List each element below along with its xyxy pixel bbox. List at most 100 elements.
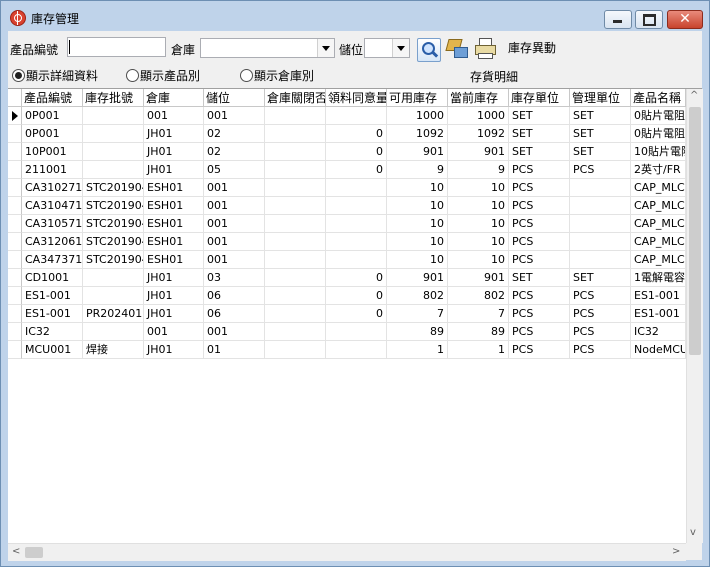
cell-product-code[interactable]: CA3120612 [22,233,83,251]
chevron-down-icon[interactable] [317,39,334,57]
cell-warehouse-closed[interactable] [265,269,326,287]
cell-stock-unit[interactable]: PCS [509,323,570,341]
transfer-icon[interactable] [445,37,468,59]
cell-product-code[interactable]: 0P001 [22,125,83,143]
cell-stock-unit[interactable]: PCS [509,161,570,179]
cell-pick-approved-qty[interactable] [326,323,387,341]
cell-stock-unit[interactable]: PCS [509,341,570,359]
scroll-left-icon[interactable]: < [12,546,20,557]
cell-product-name[interactable]: CAP_MLC [631,251,686,269]
row-selector[interactable] [8,143,22,161]
cell-current-stock[interactable]: 10 [448,197,509,215]
table-row[interactable]: CA3120612 STC201904 ESH01 001 10 10 PCS CAP_MLC [8,233,686,251]
cell-batch-no[interactable]: STC201904 [83,233,144,251]
cell-product-code[interactable]: IC32 [22,323,83,341]
cell-warehouse[interactable]: ESH01 [144,179,204,197]
warehouse-select[interactable] [200,38,335,58]
close-button[interactable]: ✕ [667,10,703,29]
horizontal-scroll-thumb[interactable] [25,547,43,558]
maximize-button[interactable] [635,10,663,29]
column-header-product-name[interactable]: 產品名稱 [631,89,686,107]
cell-mgmt-unit[interactable]: PCS [570,323,631,341]
cell-batch-no[interactable]: STC201904 [83,215,144,233]
column-header-mgmt-unit[interactable]: 管理單位 [570,89,631,107]
search-icon[interactable] [417,38,441,62]
cell-stock-unit[interactable]: PCS [509,197,570,215]
cell-mgmt-unit[interactable] [570,251,631,269]
row-selector[interactable] [8,125,22,143]
cell-product-name[interactable]: 1電解電容 [631,269,686,287]
cell-product-code[interactable]: 10P001 [22,143,83,161]
cell-product-code[interactable]: CD1001 [22,269,83,287]
cell-pick-approved-qty[interactable]: 0 [326,269,387,287]
row-selector[interactable] [8,305,22,323]
row-selector[interactable] [8,179,22,197]
cell-product-code[interactable]: ES1-001 [22,305,83,323]
cell-current-stock[interactable]: 9 [448,161,509,179]
cell-mgmt-unit[interactable]: PCS [570,305,631,323]
cell-batch-no[interactable]: STC201904 [83,197,144,215]
cell-location[interactable]: 001 [204,323,265,341]
table-row[interactable]: MCU001 焊接 JH01 01 1 1 PCS PCS NodeMCU [8,341,686,359]
cell-current-stock[interactable]: 10 [448,179,509,197]
table-row[interactable]: CA3102712 STC201904 ESH01 001 10 10 PCS CAP_MLC [8,179,686,197]
column-header-warehouse[interactable]: 倉庫 [144,89,204,107]
cell-pick-approved-qty[interactable]: 0 [326,143,387,161]
cell-warehouse[interactable]: JH01 [144,125,204,143]
cell-mgmt-unit[interactable]: PCS [570,287,631,305]
column-header-product-code[interactable]: 產品編號 [22,89,83,107]
cell-product-name[interactable]: IC32 [631,323,686,341]
cell-warehouse[interactable]: ESH01 [144,197,204,215]
cell-warehouse[interactable]: JH01 [144,341,204,359]
row-selector[interactable] [8,197,22,215]
row-selector[interactable] [8,251,22,269]
cell-product-code[interactable]: CA3102712 [22,179,83,197]
column-header-location[interactable]: 儲位 [204,89,265,107]
cell-stock-unit[interactable]: SET [509,107,570,125]
cell-current-stock[interactable]: 10 [448,215,509,233]
cell-warehouse-closed[interactable] [265,215,326,233]
cell-location[interactable]: 06 [204,305,265,323]
table-row[interactable]: ES1-001 JH01 06 0 802 802 PCS PCS ES1-001 [8,287,686,305]
cell-batch-no[interactable]: STC201904 [83,179,144,197]
cell-mgmt-unit[interactable] [570,179,631,197]
cell-stock-unit[interactable]: SET [509,125,570,143]
cell-pick-approved-qty[interactable] [326,179,387,197]
vertical-scroll-thumb[interactable] [689,107,701,355]
row-selector[interactable] [8,233,22,251]
cell-location[interactable]: 001 [204,251,265,269]
cell-warehouse-closed[interactable] [265,125,326,143]
cell-pick-approved-qty[interactable] [326,215,387,233]
cell-warehouse-closed[interactable] [265,287,326,305]
radio-show-warehouse[interactable] [240,69,253,82]
column-header-current-stock[interactable]: 當前庫存 [448,89,509,107]
cell-pick-approved-qty[interactable]: 0 [326,287,387,305]
cell-warehouse-closed[interactable] [265,179,326,197]
cell-batch-no[interactable]: 焊接 [83,341,144,359]
column-header-pick-approved-qty[interactable]: 領料同意量 [326,89,387,107]
cell-product-code[interactable]: 211001 [22,161,83,179]
cell-stock-unit[interactable]: PCS [509,305,570,323]
cell-warehouse[interactable]: JH01 [144,161,204,179]
cell-location[interactable]: 01 [204,341,265,359]
cell-batch-no[interactable]: PR2024012 [83,305,144,323]
cell-product-code[interactable]: MCU001 [22,341,83,359]
table-row[interactable]: 0P001 JH01 02 0 1092 1092 SET SET 0貼片電阻 [8,125,686,143]
cell-location[interactable]: 06 [204,287,265,305]
cell-location[interactable]: 001 [204,197,265,215]
cell-location[interactable]: 05 [204,161,265,179]
column-header-stock-unit[interactable]: 庫存單位 [509,89,570,107]
cell-available-stock[interactable]: 10 [387,233,448,251]
cell-product-name[interactable]: 0貼片電阻 [631,107,686,125]
cell-available-stock[interactable]: 9 [387,161,448,179]
cell-batch-no[interactable] [83,323,144,341]
location-select[interactable] [364,38,410,58]
cell-stock-unit[interactable]: SET [509,269,570,287]
cell-mgmt-unit[interactable] [570,197,631,215]
cell-available-stock[interactable]: 10 [387,179,448,197]
cell-pick-approved-qty[interactable] [326,233,387,251]
inventory-grid[interactable]: 產品編號 庫存批號 倉庫 儲位 倉庫關閉否 領料同意量 可用庫存 當前庫存 庫存單位 管理單位 產品… [8,88,703,561]
cell-stock-unit[interactable]: PCS [509,179,570,197]
cell-current-stock[interactable]: 1092 [448,125,509,143]
row-selector[interactable] [8,323,22,341]
